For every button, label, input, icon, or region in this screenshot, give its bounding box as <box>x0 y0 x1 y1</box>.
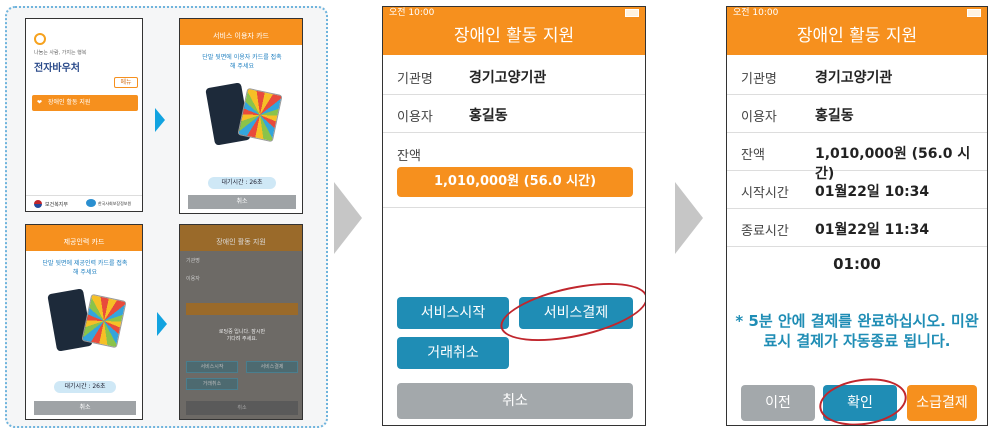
service-pay-button[interactable]: 서비스결제 <box>246 361 298 373</box>
battery-icon <box>967 9 981 17</box>
page-title: 장애인 활동 지원 <box>383 19 645 55</box>
app-title: 전자바우처 <box>34 63 80 74</box>
balance-label: 잔액 <box>397 149 421 164</box>
cancel-button[interactable]: 취소 <box>186 401 298 415</box>
org-value: 경기고양기관 <box>469 70 547 86</box>
screen-service-payment: 오전 10:00 장애인 활동 지원 기관명 경기고양기관 이용자 홍길동 잔액… <box>726 6 988 426</box>
voucher-card-icon <box>81 293 127 349</box>
cancel-button[interactable]: 취소 <box>34 401 136 415</box>
payment-notice: * 5분 안에 결제를 완료하십시오. 미완료시 결제가 자동종료 됩니다. <box>735 312 979 350</box>
provider-card-header: 제공인력 카드 <box>26 234 142 251</box>
tagline: 나눔는 사람, 가지는 행복 <box>34 50 87 56</box>
step-arrow-icon <box>157 312 167 336</box>
user-row: 이용자 홍길동 <box>383 95 645 133</box>
start-time-label: 시작시간 <box>741 186 789 201</box>
collage-main-screen: 나눔는 사람, 가지는 행복 전자바우처 메뉴 ❤ 장애인 활동 지원 보건복지… <box>25 18 143 212</box>
cancel-button[interactable]: 취소 <box>397 383 633 419</box>
duration-value: 01:00 <box>833 255 881 273</box>
collage-user-card-screen: 서비스 이용자 카드 단말 뒷면에 이용자 카드를 접촉해 주세요 대기시간 :… <box>179 18 303 214</box>
footer-logos: 보건복지부 한국사회보장정보원 <box>26 195 142 211</box>
wait-time-badge: 대기시간 : 26초 <box>54 381 116 393</box>
balance-row: 잔액 1,010,000원 (56.0 시간) <box>727 133 987 182</box>
tutorial-stage: 나눔는 사람, 가지는 행복 전자바우처 메뉴 ❤ 장애인 활동 지원 보건복지… <box>0 0 990 432</box>
collage-panel: 나눔는 사람, 가지는 행복 전자바우처 메뉴 ❤ 장애인 활동 지원 보건복지… <box>5 6 328 428</box>
org-label: 기관명 <box>397 72 433 87</box>
provider-card-instruction: 단말 뒷면에 제공인력 카드를 접촉해 주세요 <box>42 260 128 276</box>
user-value: 홍길동 <box>815 108 854 124</box>
status-bar: 오전 10:00 <box>383 7 645 19</box>
end-time-label: 종료시간 <box>741 224 789 239</box>
flow-arrow-icon <box>675 182 703 254</box>
heart-icon: ❤ <box>37 99 43 106</box>
agency-name: 한국사회보장정보원 <box>98 201 132 206</box>
battery-icon <box>625 9 639 17</box>
gov-emblem-icon <box>34 200 42 208</box>
ministry-name: 보건복지부 <box>45 202 69 208</box>
user-card-header: 서비스 이용자 카드 <box>180 28 302 45</box>
org-row: 기관명 경기고양기관 <box>383 57 645 95</box>
menu-button[interactable]: 메뉴 <box>114 77 138 88</box>
status-bar <box>26 19 142 27</box>
balance-display: 1,010,000원 (56.0 시간) <box>397 167 633 197</box>
retroactive-pay-button[interactable]: 소급결제 <box>907 385 977 421</box>
agency-logo-icon <box>86 199 96 207</box>
status-bar <box>180 225 302 234</box>
page-title: 장애인 활동 지원 <box>727 19 987 55</box>
disability-support-button[interactable]: ❤ 장애인 활동 지원 <box>32 95 138 111</box>
user-row: 이용자 홍길동 <box>727 95 987 133</box>
user-card-instruction: 단말 뒷면에 이용자 카드를 접촉해 주세요 <box>202 54 282 70</box>
collage-provider-card-screen: 제공인력 카드 단말 뒷면에 제공인력 카드를 접촉해 주세요 대기시간 : 2… <box>25 224 143 420</box>
status-time: 오전 10:00 <box>733 8 779 18</box>
step-arrow-icon <box>155 108 165 132</box>
collage-loading-screen: 장애인 활동 지원 기관명 이용자 로딩중 입니다. 잠시만 기다려 주세요. … <box>179 224 303 420</box>
status-bar: 오전 10:00 <box>727 7 987 19</box>
prev-button[interactable]: 이전 <box>741 385 815 421</box>
cancel-button[interactable]: 취소 <box>188 195 296 209</box>
start-time-value: 01월22일 10:34 <box>815 184 930 200</box>
logo-icon <box>34 33 46 45</box>
flow-arrow-icon <box>334 182 362 254</box>
user-value: 홍길동 <box>469 108 508 124</box>
highlight-circle <box>495 271 645 353</box>
balance-bar <box>186 303 298 315</box>
start-time-row: 시작시간 01월22일 10:34 <box>727 171 987 209</box>
user-label: 이용자 <box>741 110 777 125</box>
org-row: 기관명 경기고양기관 <box>727 57 987 95</box>
cancel-transaction-button[interactable]: 거래취소 <box>186 378 238 390</box>
wait-time-badge: 대기시간 : 26초 <box>208 177 276 189</box>
disability-support-label: 장애인 활동 지원 <box>48 99 91 106</box>
loading-message: 로딩중 입니다. 잠시만 기다려 주세요. <box>218 329 266 342</box>
end-time-value: 01월22일 11:34 <box>815 222 930 238</box>
org-value: 경기고양기관 <box>815 70 893 86</box>
status-time: 오전 10:00 <box>389 8 435 18</box>
user-label: 이용자 <box>186 276 200 282</box>
status-bar <box>26 225 142 234</box>
org-label: 기관명 <box>186 258 200 264</box>
user-label: 이용자 <box>397 110 433 125</box>
divider <box>383 207 645 208</box>
voucher-card-icon <box>237 87 283 143</box>
org-label: 기관명 <box>741 72 777 87</box>
service-start-button[interactable]: 서비스시작 <box>397 297 509 329</box>
balance-label: 잔액 <box>741 148 765 163</box>
end-time-row: 종료시간 01월22일 11:34 <box>727 209 987 247</box>
cancel-transaction-button[interactable]: 거래취소 <box>397 337 509 369</box>
screen-service-start: 오전 10:00 장애인 활동 지원 기관명 경기고양기관 이용자 홍길동 잔액… <box>382 6 646 426</box>
status-bar <box>180 19 302 28</box>
loading-header: 장애인 활동 지원 <box>180 234 302 251</box>
service-start-button[interactable]: 서비스시작 <box>186 361 238 373</box>
